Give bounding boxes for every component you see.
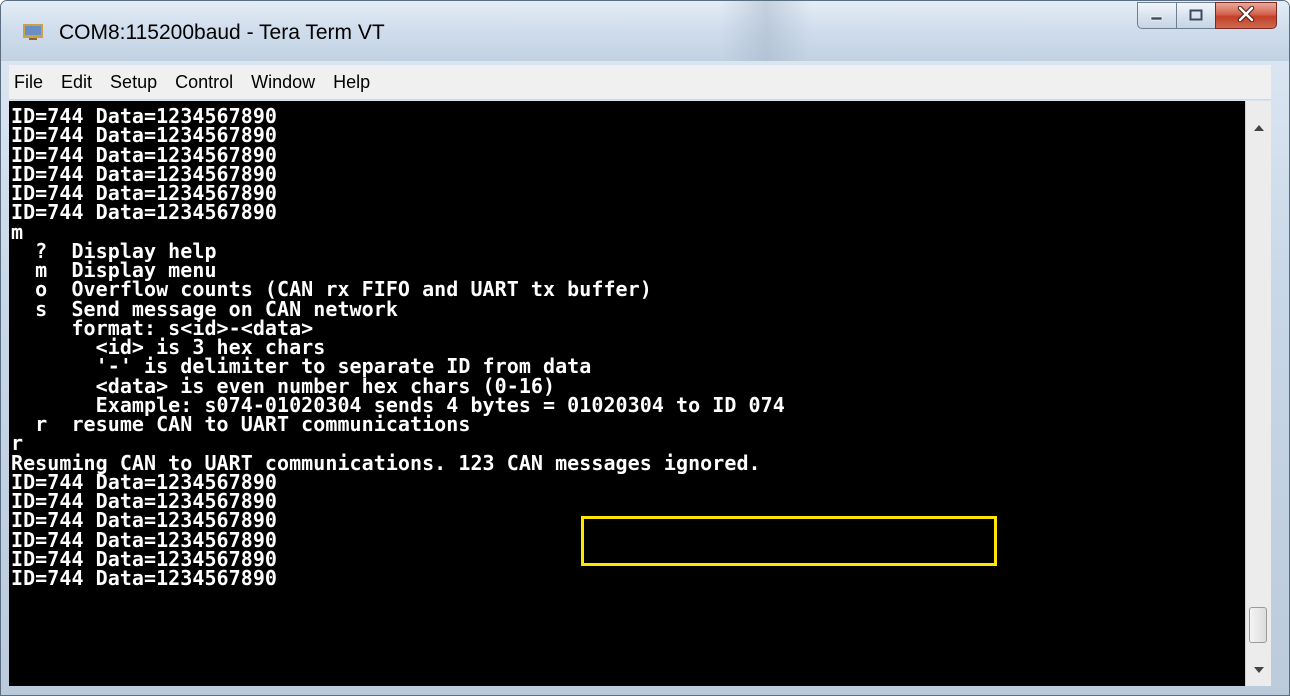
scroll-up-button[interactable] [1246,114,1271,136]
scroll-thumb[interactable] [1249,607,1267,643]
window-title: COM8:115200baud - Tera Term VT [59,21,385,44]
tera-term-window: COM8:115200baud - Tera Term VT File Edit… [0,0,1290,696]
maximize-icon [1189,6,1203,25]
minimize-button[interactable] [1137,2,1177,29]
caption-buttons [1137,2,1277,29]
terminal-line: r resume CAN to UART communications [11,412,471,436]
terminal-output[interactable]: ID=744 Data=1234567890 ID=744 Data=12345… [9,101,1245,686]
title-bar-glass [721,1,811,61]
menu-edit[interactable]: Edit [52,65,101,99]
tera-term-icon[interactable] [23,24,43,40]
menu-bar: File Edit Setup Control Window Help [9,65,1271,100]
close-icon [1237,5,1255,26]
menu-window[interactable]: Window [242,65,324,99]
maximize-button[interactable] [1176,2,1216,29]
menu-control[interactable]: Control [166,65,242,99]
scroll-up-arrow-icon [1253,116,1264,135]
title-bar[interactable]: COM8:115200baud - Tera Term VT [1,1,1289,61]
scroll-down-button[interactable] [1246,656,1271,678]
terminal-line: ID=744 Data=1234567890 [11,566,278,590]
scroll-down-arrow-icon [1253,658,1264,677]
minimize-icon [1150,6,1164,25]
menu-help[interactable]: Help [324,65,379,99]
close-button[interactable] [1215,2,1277,29]
menu-setup[interactable]: Setup [101,65,166,99]
highlight-annotation-box [581,516,997,566]
terminal-line: ID=744 Data=1234567890 [11,200,278,225]
menu-file[interactable]: File [9,65,52,99]
vertical-scrollbar[interactable] [1245,101,1271,686]
